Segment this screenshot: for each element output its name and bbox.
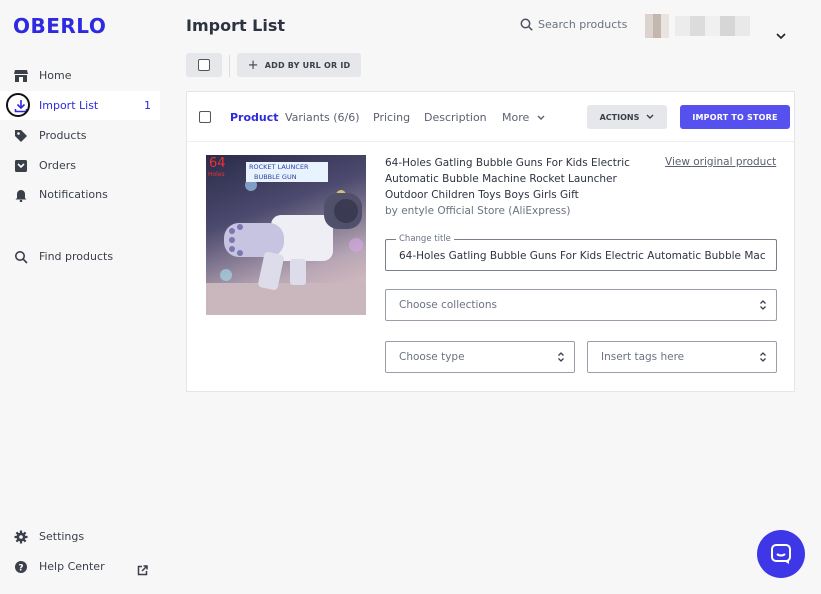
- product-title: 64-Holes Gatling Bubble Guns For Kids El…: [385, 157, 630, 201]
- page-title: Import List: [186, 16, 286, 35]
- change-title-label: Change title: [396, 234, 454, 244]
- sidebar-item-home[interactable]: Home: [0, 61, 160, 90]
- tag-icon: [13, 128, 29, 144]
- card-header: Product Variants (6/6) Pricing Descripti…: [187, 92, 794, 142]
- collections-placeholder: Choose collections: [399, 299, 497, 311]
- search-placeholder: Search products: [538, 18, 628, 31]
- change-title-input[interactable]: 64-Holes Gatling Bubble Guns For Kids El…: [399, 250, 765, 262]
- sidebar-item-label: Import List: [39, 99, 99, 112]
- view-original-product-link[interactable]: View original product: [665, 156, 776, 168]
- tab-variants[interactable]: Variants (6/6): [285, 111, 360, 124]
- sidebar-item-orders[interactable]: Orders: [0, 151, 160, 180]
- help-icon: ?: [13, 559, 29, 575]
- select-arrows-icon: [558, 352, 564, 362]
- type-placeholder: Choose type: [399, 351, 465, 363]
- plus-icon: +: [247, 57, 259, 73]
- sidebar-item-label: Home: [39, 69, 72, 82]
- tab-description[interactable]: Description: [424, 111, 487, 124]
- image-text-holes: 64: [209, 156, 226, 171]
- product-card: Product Variants (6/6) Pricing Descripti…: [186, 91, 795, 392]
- chevron-down-icon: [646, 114, 654, 119]
- gear-icon: [13, 529, 29, 545]
- actions-button[interactable]: ACTIONS: [587, 105, 667, 129]
- avatar[interactable]: [645, 14, 669, 38]
- tab-pricing[interactable]: Pricing: [373, 111, 410, 124]
- sidebar-item-label: Products: [39, 129, 87, 142]
- add-by-url-label: ADD BY URL OR ID: [264, 60, 351, 70]
- import-count-badge: 1: [144, 99, 151, 112]
- chat-support-button[interactable]: [757, 530, 805, 578]
- sidebar-item-help-center[interactable]: ? Help Center: [0, 552, 160, 581]
- type-select[interactable]: Choose type: [385, 341, 575, 373]
- add-by-url-button[interactable]: + ADD BY URL OR ID: [237, 53, 361, 77]
- checkbox-box: [198, 59, 210, 71]
- product-image[interactable]: 64 Holes ROCKET LAUNCER BUBBLE GUN: [206, 155, 366, 315]
- sidebar-item-label: Notifications: [39, 188, 108, 201]
- cursor-highlight: [6, 93, 30, 117]
- select-all-checkbox[interactable]: [186, 53, 222, 77]
- import-to-store-button[interactable]: IMPORT TO STORE: [680, 105, 790, 129]
- chevron-down-icon[interactable]: [776, 25, 786, 44]
- bell-icon: [13, 187, 29, 203]
- image-caption-2: BUBBLE GUN: [254, 173, 297, 181]
- store-icon: [13, 68, 29, 84]
- sidebar-item-label: Settings: [39, 530, 85, 543]
- sidebar-item-find-products[interactable]: Find products: [0, 242, 160, 271]
- product-checkbox[interactable]: [199, 111, 211, 123]
- tags-placeholder: Insert tags here: [601, 351, 685, 363]
- tab-more[interactable]: More: [502, 111, 545, 124]
- oberlo-logo[interactable]: OBERLO: [13, 14, 106, 38]
- tab-more-label: More: [502, 111, 530, 124]
- search-icon: [13, 249, 29, 265]
- tags-select[interactable]: Insert tags here: [587, 341, 777, 373]
- image-text-holes-sub: Holes: [208, 171, 225, 178]
- sidebar-item-settings[interactable]: Settings: [0, 522, 160, 551]
- search-products[interactable]: Search products: [520, 18, 627, 31]
- select-arrows-icon: [760, 300, 766, 310]
- collections-select[interactable]: Choose collections: [385, 289, 777, 321]
- search-icon: [520, 18, 533, 31]
- checkbox-box: [199, 111, 211, 123]
- sidebar-item-products[interactable]: Products: [0, 121, 160, 150]
- select-arrows-icon: [760, 352, 766, 362]
- account-name-blurred[interactable]: [675, 16, 750, 36]
- actions-label: ACTIONS: [599, 112, 640, 122]
- svg-text:?: ?: [18, 563, 23, 573]
- external-link-icon[interactable]: [137, 561, 148, 580]
- tab-product[interactable]: Product: [230, 111, 279, 124]
- sidebar-item-notifications[interactable]: Notifications: [0, 180, 160, 209]
- toolbar-divider: [229, 55, 230, 77]
- sidebar: OBERLO Home Import List 1 Products Order…: [0, 0, 168, 594]
- image-caption-1: ROCKET LAUNCER: [249, 163, 309, 171]
- inbox-icon: [13, 158, 29, 174]
- chat-icon: [771, 544, 791, 564]
- change-title-field[interactable]: Change title 64-Holes Gatling Bubble Gun…: [385, 234, 777, 271]
- sidebar-item-label: Find products: [39, 250, 114, 263]
- chevron-down-icon: [537, 115, 545, 120]
- sidebar-item-label: Orders: [39, 159, 76, 172]
- product-supplier: by entyle Official Store (AliExpress): [385, 205, 571, 217]
- sidebar-item-label: Help Center: [39, 560, 105, 573]
